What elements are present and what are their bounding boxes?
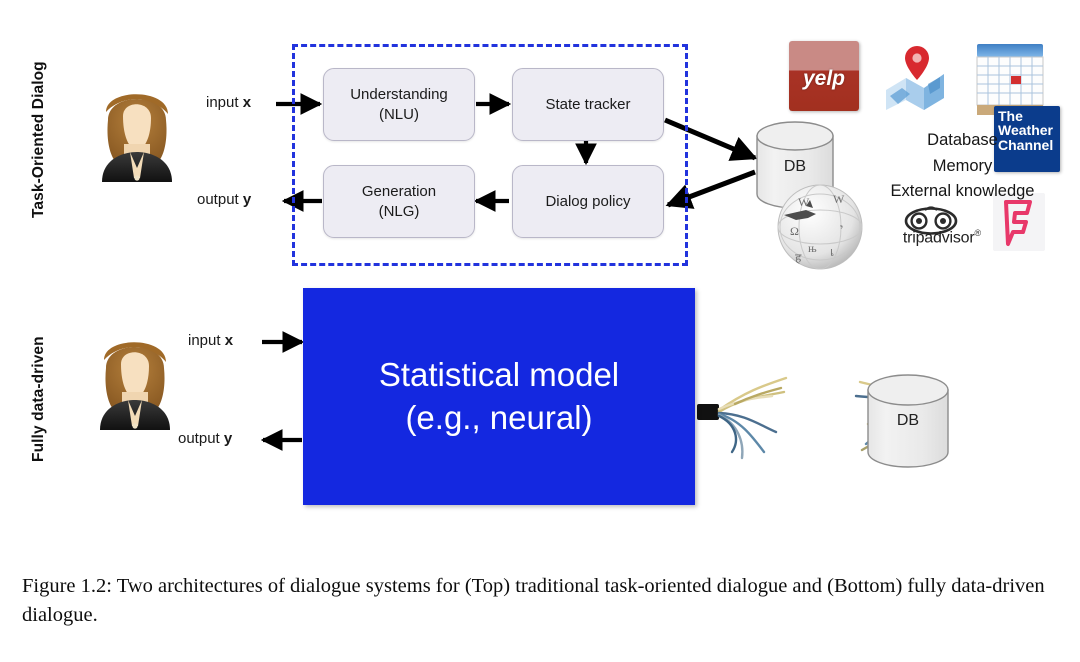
twc-line1: The	[998, 108, 1023, 124]
svg-text:י: י	[840, 221, 843, 235]
box-generation-line2: (NLG)	[378, 202, 420, 220]
foursquare-icon	[1004, 200, 1032, 246]
box-understanding-line2: (NLU)	[378, 105, 419, 123]
db-label-bottom: DB	[896, 412, 920, 429]
input-label-top-text: input	[206, 94, 243, 111]
avatar-bottom	[100, 342, 170, 430]
tripadvisor-registered-mark: ®	[974, 228, 982, 238]
calendar-icon	[976, 44, 1044, 115]
side-label-task-oriented: Task-Oriented Dialog	[30, 61, 47, 218]
svg-text:њ: њ	[808, 241, 817, 255]
google-maps-icon	[886, 46, 944, 110]
box-dialog-policy-label: Dialog policy	[545, 192, 631, 210]
input-label-bottom-text: input	[188, 332, 225, 349]
knowledge-line-external: External knowledge	[890, 182, 1035, 201]
input-var-bottom: x	[224, 332, 234, 349]
yelp-logo-text: yelp	[802, 67, 846, 90]
tripadvisor-name: tripadvisor	[902, 229, 975, 247]
output-label-bottom: output y	[178, 430, 232, 447]
box-state-tracker-label: State tracker	[545, 95, 631, 113]
output-label-bottom-text: output	[178, 430, 224, 447]
box-dialog-policy[interactable]: Dialog policy	[512, 165, 664, 238]
svg-text:W: W	[833, 192, 845, 206]
statistical-model-box[interactable]: Statistical model (e.g., neural)	[303, 288, 695, 505]
statistical-model-line1: Statistical model	[378, 355, 620, 393]
output-var-bottom: y	[223, 430, 233, 447]
statistical-model-line2: (e.g., neural)	[405, 398, 593, 436]
box-state-tracker[interactable]: State tracker	[512, 68, 664, 141]
figure-canvas: W W Ω י њเ ह Task-Oriented Dialog input x …	[0, 0, 1080, 560]
output-var-top: y	[242, 191, 252, 208]
db-label-top: DB	[783, 158, 807, 175]
knowledge-sources-text: Database Memory External knowledge	[875, 128, 1050, 205]
box-understanding-nlu[interactable]: Understanding (NLU)	[323, 68, 475, 141]
yelp-logo: yelp	[789, 41, 859, 111]
figure-caption: Figure 1.2: Two architectures of dialogu…	[22, 575, 1045, 627]
svg-text:เ: เ	[830, 245, 834, 259]
side-label-fully-data-driven: Fully data-driven	[30, 336, 47, 462]
knowledge-line-database: Database	[927, 131, 998, 149]
box-understanding-line1: Understanding	[350, 86, 448, 104]
tripadvisor-wordmark: tripadvisor®	[884, 228, 1000, 247]
output-label-top-text: output	[197, 191, 243, 208]
svg-text:ह: ह	[795, 251, 802, 265]
input-label-top: input x	[206, 94, 251, 111]
output-label-top: output y	[197, 191, 251, 208]
svg-text:W: W	[798, 195, 810, 209]
input-var-top: x	[242, 94, 252, 111]
wikipedia-globe-icon: W W Ω י њเ ह	[777, 184, 863, 270]
box-generation-line1: Generation	[361, 183, 437, 201]
box-generation-nlg[interactable]: Generation (NLG)	[323, 165, 475, 238]
avatar-top	[102, 94, 172, 182]
input-label-bottom: input x	[188, 332, 233, 349]
knowledge-line-memory: Memory	[932, 156, 993, 175]
svg-text:Ω: Ω	[790, 224, 799, 238]
